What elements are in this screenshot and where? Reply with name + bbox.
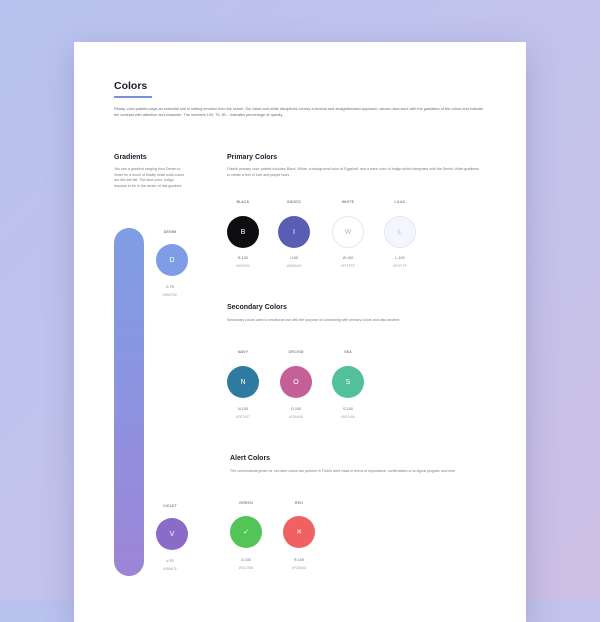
red-label: RED xyxy=(294,501,304,505)
navy-label: NAVY xyxy=(237,350,249,354)
denim-hex: #96A7DE xyxy=(162,293,178,297)
green-value: G.100 xyxy=(240,558,252,562)
denim-label: DENIM xyxy=(163,230,177,234)
green-swatch[interactable]: ✓ xyxy=(230,516,262,548)
primary-heading: Primary Colors xyxy=(227,154,278,161)
violet-label: VIOLET xyxy=(163,504,177,508)
red-swatch[interactable]: ✕ xyxy=(283,516,315,548)
violet-swatch[interactable]: V xyxy=(156,518,188,550)
black-glyph: B xyxy=(240,228,246,236)
violet-value: v.70 xyxy=(166,559,174,563)
violet-hex: #9884CE xyxy=(162,567,178,571)
indigo-glyph: I xyxy=(293,228,295,236)
alert-desc: The conventional green vs. red alert col… xyxy=(230,469,457,473)
palette-sheet: Colors Ready, color palette plays an ess… xyxy=(74,42,526,622)
red-glyph: ✕ xyxy=(296,529,302,536)
indigo-label: INDIGO xyxy=(287,200,301,204)
intro-text: Ready, color palette plays an essential … xyxy=(114,107,483,117)
orchid-glyph: O xyxy=(293,378,299,386)
gradients-desc: You use a gradient ranging from Denim to… xyxy=(114,167,185,188)
navy-swatch[interactable]: N xyxy=(227,366,259,398)
orchid-hex: #C96A9A xyxy=(288,415,304,419)
indigo-value: I.100 xyxy=(289,256,299,260)
lilac-hex: #F1F1FF xyxy=(393,264,407,268)
gradients-heading: Gradients xyxy=(114,154,147,161)
indigo-swatch[interactable]: I xyxy=(278,216,310,248)
orchid-label: ORCHID xyxy=(288,350,304,354)
sea-value: S.100 xyxy=(343,407,353,411)
indigo-hex: #5B5DA9 xyxy=(286,264,302,268)
lilac-value: L.100 xyxy=(395,256,405,260)
white-swatch[interactable]: W xyxy=(332,216,364,248)
white-label: WHITE xyxy=(341,200,355,204)
white-value: W.100 xyxy=(342,256,354,260)
orchid-swatch[interactable]: O xyxy=(280,366,312,398)
white-hex: #FFFFFF xyxy=(340,264,356,268)
navy-value: N.100 xyxy=(237,407,249,411)
lilac-swatch[interactable]: L xyxy=(384,216,416,248)
green-label: GREEN xyxy=(239,501,253,505)
denim-violet-gradient-bar xyxy=(114,228,144,576)
denim-swatch[interactable]: D xyxy=(156,244,188,276)
green-glyph: ✓ xyxy=(243,529,249,536)
alert-heading: Alert Colors xyxy=(230,455,271,462)
lilac-glyph: L xyxy=(398,228,402,236)
orchid-value: O.100 xyxy=(290,407,302,411)
secondary-desc: Secondary colors used to emotional use w… xyxy=(227,318,401,322)
secondary-heading: Secondary Colors xyxy=(227,304,287,311)
black-value: B.100 xyxy=(238,256,248,260)
black-hex: #000000 xyxy=(236,264,250,268)
primary-desc: Giselle primary color palette includes B… xyxy=(227,167,480,177)
red-hex: #F26A6A xyxy=(291,566,307,570)
lilac-label: LILAC xyxy=(394,200,406,204)
green-hex: #5AC95B xyxy=(238,566,254,570)
violet-glyph: V xyxy=(169,530,175,538)
page-title: Colors xyxy=(114,80,148,92)
navy-glyph: N xyxy=(240,378,246,386)
red-value: R.100 xyxy=(293,558,305,562)
black-label: BLACK xyxy=(236,200,250,204)
denim-value: 0.75 xyxy=(166,285,174,289)
sea-glyph: S xyxy=(345,378,351,386)
navy-hex: #2E7A97 xyxy=(236,415,250,419)
sea-swatch[interactable]: S xyxy=(332,366,364,398)
title-underline xyxy=(114,96,152,98)
sea-label: SEA xyxy=(344,350,352,354)
black-swatch[interactable]: B xyxy=(227,216,259,248)
sea-hex: #56C49A xyxy=(340,415,356,419)
denim-glyph: D xyxy=(169,256,175,264)
white-glyph: W xyxy=(344,228,352,236)
